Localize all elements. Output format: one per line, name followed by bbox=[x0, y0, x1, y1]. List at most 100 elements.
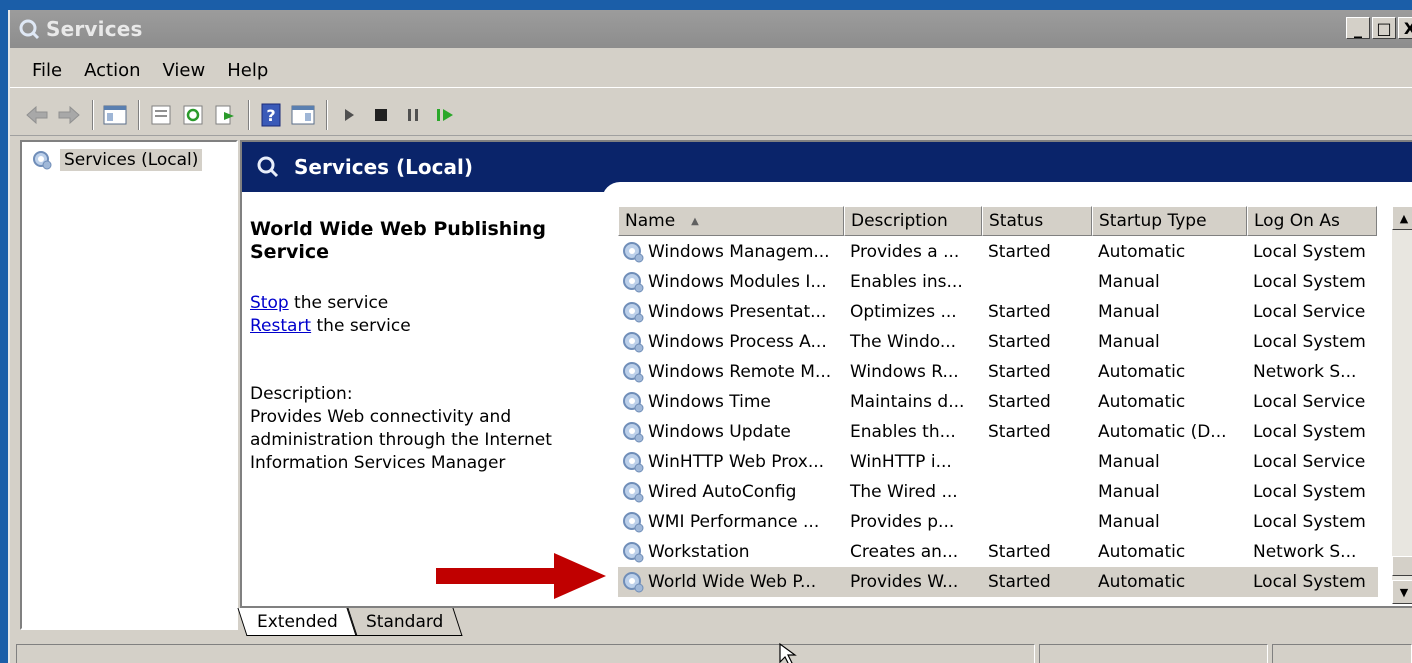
column-header-status[interactable]: Status bbox=[982, 206, 1092, 236]
header-curve bbox=[602, 182, 1412, 202]
cell-name: Workstation bbox=[618, 539, 844, 565]
service-row[interactable]: Windows Time Maintains d... Started Automat… bbox=[618, 387, 1378, 417]
cell-description: Provides p... bbox=[850, 512, 955, 532]
cell-status: Started bbox=[988, 242, 1051, 262]
maximize-button[interactable]: □ bbox=[1372, 17, 1396, 39]
service-row[interactable]: Windows Modules I... Enables ins... Manual… bbox=[618, 267, 1378, 297]
window-controls: _ □ X bbox=[1346, 17, 1412, 39]
service-gear-icon bbox=[623, 362, 644, 383]
service-gear-icon bbox=[623, 452, 644, 473]
show-action-pane-button[interactable] bbox=[288, 100, 318, 130]
menu-file[interactable]: File bbox=[24, 60, 76, 81]
menu-help[interactable]: Help bbox=[219, 60, 282, 81]
title-bar[interactable]: Services _ □ X bbox=[10, 10, 1412, 48]
cell-status: Started bbox=[988, 422, 1051, 442]
properties-button[interactable] bbox=[146, 100, 176, 130]
services-window: Services _ □ X File Action View Help ? S… bbox=[8, 10, 1412, 663]
cell-status: Started bbox=[988, 392, 1051, 412]
play-icon bbox=[345, 108, 354, 121]
cell-startup-type: Automatic bbox=[1098, 572, 1186, 592]
service-row[interactable]: Windows Update Enables th... Started Automa… bbox=[618, 417, 1378, 447]
stop-icon bbox=[375, 108, 387, 121]
cell-name: WinHTTP Web Prox... bbox=[618, 449, 844, 475]
service-row[interactable]: WMI Performance ... Provides p... Manual Lo… bbox=[618, 507, 1378, 537]
service-row[interactable]: Windows Remote M... Windows R... Started Au… bbox=[618, 357, 1378, 387]
service-name-text: WinHTTP Web Prox... bbox=[648, 452, 825, 472]
cell-status: Started bbox=[988, 572, 1051, 592]
toolbar-separator bbox=[92, 99, 94, 130]
scroll-thumb[interactable] bbox=[1392, 556, 1412, 576]
service-row[interactable]: Wired AutoConfig The Wired ... Manual Local… bbox=[618, 477, 1378, 507]
cell-status: Started bbox=[988, 542, 1051, 562]
service-row[interactable]: Windows Presentat... Optimizes ... Started… bbox=[618, 297, 1378, 327]
help-button[interactable]: ? bbox=[256, 100, 286, 130]
stop-service-link[interactable]: Stop bbox=[250, 293, 289, 313]
minimize-button[interactable]: _ bbox=[1346, 17, 1370, 39]
menu-action[interactable]: Action bbox=[76, 60, 154, 81]
tab-extended[interactable]: Extended bbox=[237, 608, 358, 636]
forward-button[interactable] bbox=[54, 100, 84, 130]
tree-node-label: Services (Local) bbox=[60, 149, 203, 171]
mouse-cursor-icon bbox=[779, 642, 797, 663]
service-name-text: Windows Remote M... bbox=[648, 362, 832, 382]
close-button[interactable]: X bbox=[1398, 17, 1412, 39]
cell-description: Creates an... bbox=[850, 542, 959, 562]
status-panel-2 bbox=[1039, 644, 1269, 663]
cell-description: Optimizes ... bbox=[850, 302, 957, 322]
tab-standard[interactable]: Standard bbox=[346, 608, 463, 636]
cell-name: Windows Modules I... bbox=[618, 269, 844, 295]
toolbar-separator bbox=[248, 99, 250, 130]
scroll-up-button[interactable]: ▲ bbox=[1392, 206, 1412, 230]
export-list-button[interactable] bbox=[210, 100, 240, 130]
cell-log-on-as: Network S... bbox=[1253, 362, 1357, 382]
cell-description: Provides a ... bbox=[850, 242, 960, 262]
scroll-up-arrow-icon: ▲ bbox=[1399, 211, 1409, 225]
cell-name: World Wide Web P... bbox=[618, 569, 844, 595]
start-service-button[interactable] bbox=[334, 100, 364, 130]
services-banner-icon bbox=[257, 156, 279, 178]
service-name-text: Wired AutoConfig bbox=[648, 482, 797, 502]
cell-startup-type: Automatic bbox=[1098, 242, 1186, 262]
help-icon: ? bbox=[261, 103, 281, 126]
service-row[interactable]: Windows Managem... Provides a ... Started A… bbox=[618, 237, 1378, 267]
service-row[interactable]: Windows Process A... The Windo... Started M… bbox=[618, 327, 1378, 357]
restart-service-link[interactable]: Restart bbox=[250, 316, 311, 336]
vertical-scrollbar[interactable]: ▲ ▼ bbox=[1392, 206, 1412, 604]
cell-log-on-as: Local System bbox=[1253, 242, 1366, 262]
service-name-text: Windows Presentat... bbox=[648, 302, 827, 322]
menu-view[interactable]: View bbox=[155, 60, 220, 81]
refresh-button[interactable] bbox=[178, 100, 208, 130]
tree-node-services-local[interactable]: Services (Local) bbox=[30, 148, 203, 172]
toolbar-separator bbox=[326, 99, 328, 130]
column-header-name[interactable]: Name ▲ bbox=[618, 206, 844, 236]
column-header-log-on-as[interactable]: Log On As bbox=[1247, 206, 1377, 236]
column-header-description[interactable]: Description bbox=[844, 206, 982, 236]
description-text: Provides Web connectivity and administra… bbox=[250, 407, 552, 473]
cell-log-on-as: Local System bbox=[1253, 422, 1366, 442]
refresh-icon bbox=[183, 105, 203, 124]
list-rows: Windows Managem... Provides a ... Started A… bbox=[618, 237, 1378, 597]
stop-service-button[interactable] bbox=[366, 100, 396, 130]
service-row[interactable]: Workstation Creates an... Started Automatic… bbox=[618, 537, 1378, 567]
cell-startup-type: Manual bbox=[1098, 452, 1160, 472]
pane-title: Services (Local) bbox=[294, 155, 473, 179]
back-button[interactable] bbox=[22, 100, 52, 130]
red-pointer-arrow bbox=[436, 553, 606, 599]
column-header-startup-type[interactable]: Startup Type bbox=[1092, 206, 1247, 236]
cell-name: Windows Remote M... bbox=[618, 359, 844, 385]
service-gear-icon bbox=[623, 572, 644, 593]
scroll-down-button[interactable]: ▼ bbox=[1392, 580, 1412, 604]
cell-description: The Wired ... bbox=[850, 482, 958, 502]
scroll-down-arrow-icon: ▼ bbox=[1399, 585, 1409, 599]
cell-startup-type: Automatic bbox=[1098, 542, 1186, 562]
description-label: Description: bbox=[250, 384, 353, 404]
show-console-tree-button[interactable] bbox=[100, 100, 130, 130]
service-row[interactable]: WinHTTP Web Prox... WinHTTP i... Manual Loc… bbox=[618, 447, 1378, 477]
service-row[interactable]: World Wide Web P... Provides W... Started A… bbox=[618, 567, 1378, 597]
cell-description: Enables th... bbox=[850, 422, 956, 442]
restart-service-button[interactable] bbox=[430, 100, 460, 130]
cell-startup-type: Automatic bbox=[1098, 392, 1186, 412]
pause-service-button[interactable] bbox=[398, 100, 428, 130]
restart-icon bbox=[437, 108, 453, 121]
properties-icon bbox=[151, 105, 171, 124]
